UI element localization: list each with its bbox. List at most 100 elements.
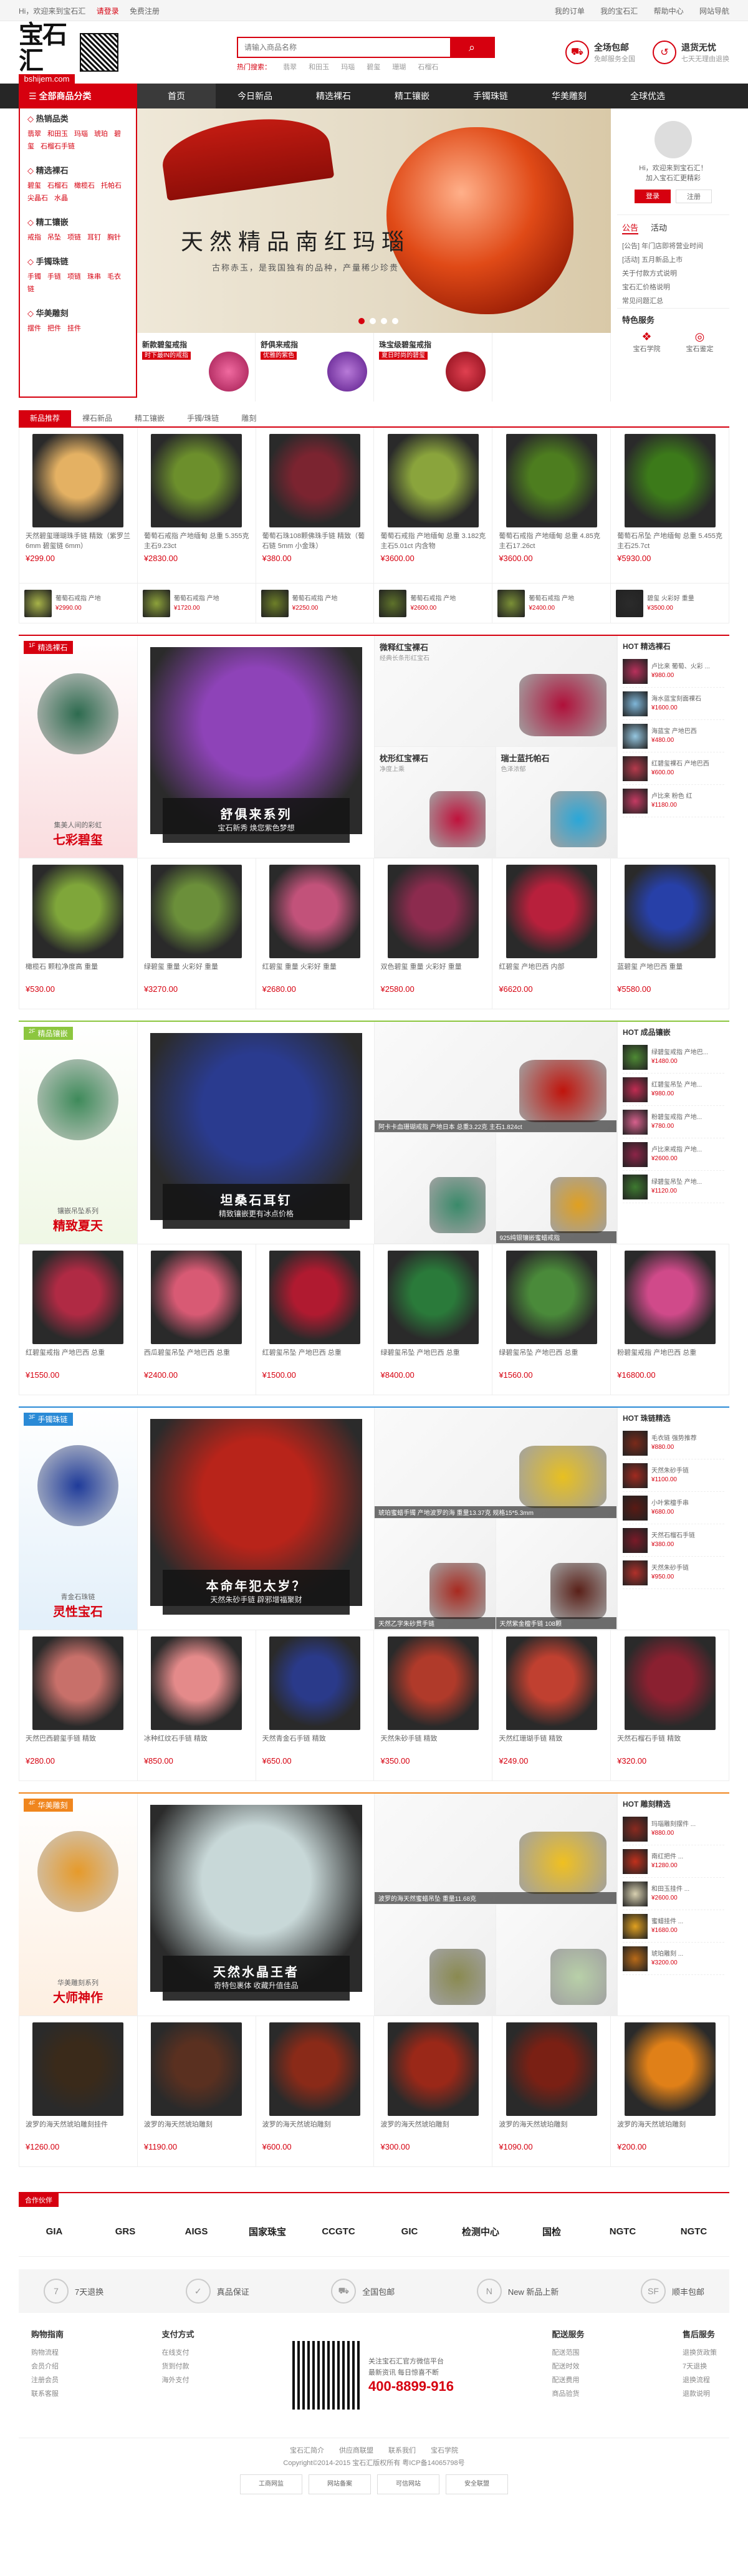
product-title[interactable]: 波罗的海天然琥珀雕刻: [262, 2120, 368, 2140]
product-card[interactable]: 葡萄石珠108颗佛珠手链 精致（葡石链 5mm 小金珠） ¥380.00: [256, 428, 375, 584]
product-image[interactable]: [151, 434, 242, 527]
category-link[interactable]: 项链: [67, 234, 81, 241]
product-image[interactable]: [387, 1251, 479, 1344]
tab-new-1[interactable]: 裸石新品: [71, 410, 123, 426]
category-link[interactable]: 项链: [67, 273, 81, 281]
product-image[interactable]: [506, 434, 597, 527]
category-title[interactable]: 华美雕刻: [27, 307, 128, 319]
floor-grid-item[interactable]: 925纯银镶嵌蜜蜡戒指: [496, 1133, 617, 1244]
product-title[interactable]: 葡萄石吊坠 产地缅甸 总重 5.455克 主石25.7ct: [617, 531, 722, 551]
product-title[interactable]: 葡萄石珠108颗佛珠手链 精致（葡石链 5mm 小金珠）: [262, 531, 368, 551]
product-title[interactable]: 天然朱砂手链 精致: [380, 1734, 486, 1754]
category-link[interactable]: 水晶: [54, 195, 68, 202]
tab-new-2[interactable]: 精工镶嵌: [123, 410, 176, 426]
floor-grid-item[interactable]: 波罗的海天然蜜蜡吊坠 重量11.68克: [375, 1794, 617, 1905]
footer-bottom-link[interactable]: 宝石汇简介: [290, 2447, 324, 2454]
hot-item[interactable]: 卢比来 粉色 红 ¥1180.00: [623, 785, 724, 817]
product-card[interactable]: 葡萄石戒指 产地缅甸 总重 3.182克 主石5.01ct 内含物 ¥3600.0…: [374, 428, 493, 584]
product-card[interactable]: 蓝碧玺 产地巴西 重量 ¥5580.00: [611, 858, 729, 1009]
product-card[interactable]: 天然红珊瑚手链 精致 ¥249.00: [492, 1630, 611, 1781]
partner-logo[interactable]: GRS: [90, 2226, 161, 2237]
hot-item[interactable]: 南红把件 ... ¥1280.00: [623, 1845, 724, 1878]
service-academy[interactable]: ❖ 宝石学院: [622, 330, 671, 353]
product-image[interactable]: [32, 865, 124, 958]
product-image[interactable]: [151, 2022, 242, 2116]
product-card[interactable]: 西瓜碧玺吊坠 产地巴西 总重 ¥2400.00: [137, 1244, 256, 1395]
tab-notice[interactable]: 公告: [622, 221, 639, 234]
footer-link[interactable]: 购物流程: [31, 2346, 64, 2360]
product-card[interactable]: 绿碧玺 重量 火彩好 重量 ¥3270.00: [137, 858, 256, 1009]
product-image[interactable]: [269, 1636, 361, 1730]
product-image[interactable]: [506, 1636, 597, 1730]
product-card[interactable]: 波罗的海天然琥珀雕刻 ¥600.00: [256, 2016, 375, 2167]
partner-logo[interactable]: AIGS: [161, 2226, 232, 2237]
footer-link[interactable]: 配送时效: [552, 2360, 585, 2373]
news-item[interactable]: 宝石汇价格说明: [622, 281, 724, 294]
product-title[interactable]: 红碧玺 产地巴西 内部: [499, 962, 604, 982]
product-image[interactable]: [624, 865, 716, 958]
floor-grid-item[interactable]: 天然紫金檀手链 108颗: [496, 1519, 617, 1630]
hot-word[interactable]: 和田玉: [309, 64, 329, 71]
product-image[interactable]: [624, 2022, 716, 2116]
help-link[interactable]: 帮助中心: [654, 7, 684, 16]
mini-product[interactable]: 葡萄石戒指 产地 ¥2600.00: [374, 584, 493, 623]
floor-feature[interactable]: 本命年犯太岁？ 天然朱砂手链 辟邪增福聚财: [137, 1408, 374, 1630]
mini-product[interactable]: 碧玺 火彩好 重量 ¥3500.00: [611, 584, 729, 623]
all-categories-button[interactable]: ☰ 全部商品分类: [19, 84, 137, 108]
my-account-link[interactable]: 我的宝石汇: [600, 7, 638, 16]
floor-promo[interactable]: 3F 手镯珠链 青金石珠链 灵性宝石: [19, 1408, 137, 1630]
category-title[interactable]: 精工镶嵌: [27, 216, 128, 228]
floor-grid-item[interactable]: 天然乙字朱砂贯手链: [375, 1519, 496, 1630]
product-card[interactable]: 红碧玺戒指 产地巴西 总重 ¥1550.00: [19, 1244, 138, 1395]
category-link[interactable]: 翡翠: [27, 130, 41, 138]
category-link[interactable]: 挂件: [67, 325, 81, 332]
nav-global[interactable]: 全球优选: [608, 84, 687, 108]
my-orders-link[interactable]: 我的订单: [555, 7, 585, 16]
product-title[interactable]: 绿碧玺 重量 火彩好 重量: [144, 962, 249, 982]
news-item[interactable]: 关于付款方式说明: [622, 267, 724, 281]
login-link[interactable]: 请登录: [97, 7, 119, 16]
category-link[interactable]: 吊坠: [47, 234, 61, 241]
product-image[interactable]: [269, 1251, 361, 1344]
sub-banner[interactable]: 新款碧玺戒指 时下最IN的戒指: [137, 333, 256, 401]
category-link[interactable]: 尖晶石: [27, 195, 48, 202]
footer-link[interactable]: 配送费用: [552, 2373, 585, 2387]
footer-link[interactable]: 海外支付: [162, 2373, 194, 2387]
product-title[interactable]: 葡萄石戒指 产地缅甸 总重 5.355克 主石9.23ct: [144, 531, 249, 551]
product-title[interactable]: 葡萄石戒指 产地缅甸 总重 4.85克 主石17.26ct: [499, 531, 604, 551]
product-title[interactable]: 天然碧玺珊瑚珠手链 精致（紫罗兰 6mm 碧玺链 6mm）: [26, 531, 131, 551]
floor-promo[interactable]: 1F 精选裸石 集美人间的彩虹 七彩碧玺: [19, 636, 137, 858]
partner-logo[interactable]: NGTC: [658, 2226, 729, 2237]
footer-link[interactable]: 7天退换: [683, 2360, 717, 2373]
tab-new-3[interactable]: 手镯/珠链: [176, 410, 230, 426]
product-card[interactable]: 橄榄石 颗粒净度高 重量 ¥530.00: [19, 858, 138, 1009]
mini-product[interactable]: 葡萄石戒指 产地 ¥1720.00: [137, 584, 256, 623]
product-title[interactable]: 粉碧玺戒指 产地巴西 总重: [617, 1348, 722, 1368]
hot-item[interactable]: 玛瑙雕刻摆件 ... ¥880.00: [623, 1813, 724, 1845]
product-image[interactable]: [32, 1636, 124, 1730]
nav-home[interactable]: 首页: [137, 84, 216, 108]
footer-link[interactable]: 退款说明: [683, 2387, 717, 2401]
category-link[interactable]: 托帕石: [101, 182, 122, 190]
product-image[interactable]: [506, 2022, 597, 2116]
product-title[interactable]: 橄榄石 颗粒净度高 重量: [26, 962, 131, 982]
product-image[interactable]: [506, 1251, 597, 1344]
nav-carving[interactable]: 华美雕刻: [530, 84, 608, 108]
product-card[interactable]: 葡萄石吊坠 产地缅甸 总重 5.455克 主石25.7ct ¥5930.00: [611, 428, 729, 584]
footer-bottom-link[interactable]: 宝石学院: [431, 2447, 458, 2454]
hot-item[interactable]: 和田玉挂件 ... ¥2600.00: [623, 1878, 724, 1910]
hot-item[interactable]: 红碧玺裸石 产地巴西 ¥600.00: [623, 752, 724, 785]
nav-inlay[interactable]: 精工镶嵌: [373, 84, 451, 108]
product-title[interactable]: 冰种红纹石手链 精致: [144, 1734, 249, 1754]
product-title[interactable]: 葡萄石戒指 产地缅甸 总重 3.182克 主石5.01ct 内含物: [380, 531, 486, 551]
product-card[interactable]: 天然巴西碧玺手链 精致 ¥280.00: [19, 1630, 138, 1781]
footer-link[interactable]: 退换货政策: [683, 2346, 717, 2360]
floor-promo[interactable]: 2F 精品镶嵌 镶嵌吊坠系列 精致夏天: [19, 1022, 137, 1244]
category-link[interactable]: 石榴石手链: [41, 143, 75, 150]
hot-item[interactable]: 蜜蜡挂件 ... ¥1680.00: [623, 1910, 724, 1943]
floor-grid-item[interactable]: 阿卡卡血珊瑚戒指 产地日本 总重3.22克 主石1.824ct: [375, 1022, 617, 1133]
product-card[interactable]: 粉碧玺戒指 产地巴西 总重 ¥16800.00: [611, 1244, 729, 1395]
product-card[interactable]: 葡萄石戒指 产地缅甸 总重 5.355克 主石9.23ct ¥2830.00: [137, 428, 256, 584]
nav-loose-stones[interactable]: 精选裸石: [294, 84, 373, 108]
news-item[interactable]: 常见问题汇总: [622, 294, 724, 308]
